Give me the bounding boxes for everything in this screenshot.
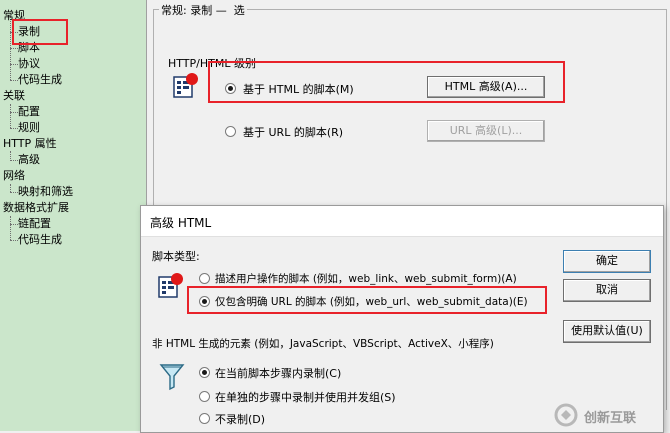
record-current-step-label[interactable]: 在当前脚本步骤内录制(C) (215, 365, 341, 381)
panel-header: 常规: 录制 — 选 (159, 2, 247, 18)
use-defaults-button[interactable]: 使用默认值(U) (563, 320, 651, 343)
highlight-box-html (208, 61, 565, 103)
script-document-icon (157, 272, 185, 300)
record-separate-step-label[interactable]: 在单独的步骤中录制并使用并发组(S) (215, 389, 396, 405)
highlight-box-explicit (187, 286, 547, 314)
tree-item-mapping-filtering[interactable]: 映射和筛选 (18, 185, 73, 199)
tree-item-advanced[interactable]: 高级 (18, 153, 40, 167)
url-advanced-button[interactable]: URL 高级(L)... (427, 120, 545, 142)
ok-button[interactable]: 确定 (563, 250, 651, 273)
advanced-html-dialog: 高级 HTML 脚本类型: 描述用户操作的脚本 (例如，web_link、web… (140, 205, 664, 433)
script-document-icon (172, 72, 200, 100)
tree-item-codegen[interactable]: 代码生成 (18, 73, 62, 87)
non-html-elements-label: 非 HTML 生成的元素 (例如，JavaScript、VBScript、Act… (152, 338, 494, 350)
tree-item-codegen-2[interactable]: 代码生成 (18, 233, 62, 247)
tree-item-rules[interactable]: 规则 (18, 121, 40, 135)
tree-item-configuration[interactable]: 配置 (18, 105, 40, 119)
url-based-radio[interactable] (225, 126, 236, 137)
watermark-text: 创新互联 (584, 411, 637, 426)
tree-item-correlation[interactable]: 关联 (3, 89, 25, 103)
no-record-radio[interactable] (199, 413, 210, 424)
describe-user-actions-radio[interactable] (199, 273, 210, 284)
record-separate-step-radio[interactable] (199, 391, 210, 402)
script-type-label: 脚本类型: (152, 250, 200, 263)
tree-item-data-format-ext[interactable]: 数据格式扩展 (3, 201, 69, 215)
url-based-label[interactable]: 基于 URL 的脚本(R) (243, 124, 343, 140)
highlight-box (12, 19, 68, 45)
tree-item-protocol[interactable]: 协议 (18, 57, 40, 71)
no-record-label[interactable]: 不录制(D) (215, 411, 265, 427)
tree-item-network[interactable]: 网络 (3, 169, 25, 183)
watermark-logo: 创新互联 (554, 403, 664, 427)
filter-funnel-icon (159, 362, 185, 392)
describe-user-actions-label[interactable]: 描述用户操作的脚本 (例如，web_link、web_submit_form)(… (215, 271, 517, 286)
dialog-title: 高级 HTML (150, 216, 212, 230)
record-current-step-radio[interactable] (199, 367, 210, 378)
tree-item-http-properties[interactable]: HTTP 属性 (3, 137, 57, 151)
dialog-title-bar: 高级 HTML (141, 206, 663, 237)
tree-item-chain-config[interactable]: 链配置 (18, 217, 51, 231)
settings-tree: 常规 录制 脚本 协议 代码生成 关联 配置 规则 HTTP 属性 高级 网络 … (0, 0, 147, 431)
cancel-button[interactable]: 取消 (563, 279, 651, 302)
